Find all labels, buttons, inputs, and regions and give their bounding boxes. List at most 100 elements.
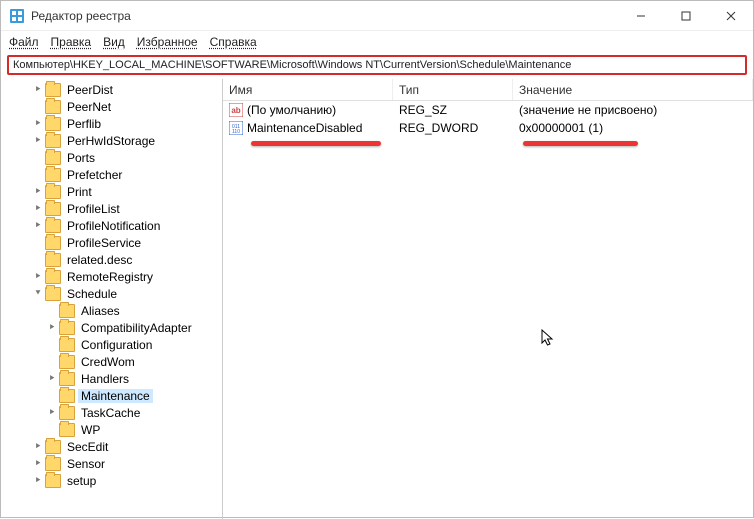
tree-item-peerdist[interactable]: ⯈ PeerDist xyxy=(1,81,222,98)
mouse-cursor-icon xyxy=(541,329,555,352)
chevron-right-icon[interactable]: ⯈ xyxy=(47,407,57,418)
window-buttons xyxy=(618,1,753,30)
close-button[interactable] xyxy=(708,1,753,30)
folder-icon xyxy=(59,355,75,369)
chevron-right-icon[interactable]: ⯈ xyxy=(33,220,43,231)
value-type: REG_DWORD xyxy=(399,121,478,135)
tree-item-schedule[interactable]: ⯆ Schedule xyxy=(1,285,222,302)
menu-file[interactable]: Файл xyxy=(9,35,39,49)
tree-item-label: TaskCache xyxy=(78,406,143,420)
addressbar[interactable]: Компьютер\HKEY_LOCAL_MACHINE\SOFTWARE\Mi… xyxy=(7,55,747,75)
column-value[interactable]: Значение xyxy=(513,79,753,100)
values-pane: Имя Тип Значение ab(По умолчанию)REG_SZ(… xyxy=(223,79,753,519)
close-icon xyxy=(726,11,736,21)
reg-sz-icon: ab xyxy=(229,103,243,117)
chevron-right-icon[interactable]: ⯈ xyxy=(33,441,43,452)
tree-item-label: PeerNet xyxy=(64,100,114,114)
value-name: (По умолчанию) xyxy=(247,103,336,117)
folder-icon xyxy=(45,270,61,284)
chevron-right-icon[interactable]: ⯈ xyxy=(47,373,57,384)
menu-help[interactable]: Справка xyxy=(210,35,257,49)
chevron-right-icon[interactable]: ⯈ xyxy=(33,203,43,214)
highlight-underline-value xyxy=(523,141,638,146)
chevron-right-icon[interactable]: ⯈ xyxy=(33,271,43,282)
folder-icon xyxy=(59,406,75,420)
titlebar: Редактор реестра xyxy=(1,1,753,31)
folder-icon xyxy=(45,253,61,267)
tree-item-profilenotification[interactable]: ⯈ ProfileNotification xyxy=(1,217,222,234)
tree-item-print[interactable]: ⯈Print xyxy=(1,183,222,200)
tree-item-prefetcher[interactable]: Prefetcher xyxy=(1,166,222,183)
folder-icon xyxy=(45,151,61,165)
chevron-right-icon[interactable]: ⯈ xyxy=(33,118,43,129)
tree-item-related-desc[interactable]: related.desc xyxy=(1,251,222,268)
tree-item-label: ProfileNotification xyxy=(64,219,163,233)
folder-icon xyxy=(59,372,75,386)
svg-text:ab: ab xyxy=(231,106,240,115)
menu-edit[interactable]: Правка xyxy=(51,35,92,49)
tree-item-sensor[interactable]: ⯈Sensor xyxy=(1,455,222,472)
tree-item-label: Prefetcher xyxy=(64,168,125,182)
folder-icon xyxy=(59,423,75,437)
column-type[interactable]: Тип xyxy=(393,79,513,100)
tree-item-secedit[interactable]: ⯈SecEdit xyxy=(1,438,222,455)
folder-icon xyxy=(59,389,75,403)
values-body: ab(По умолчанию)REG_SZ(значение не присв… xyxy=(223,101,753,137)
tree-item-taskcache[interactable]: ⯈ TaskCache xyxy=(1,404,222,421)
folder-icon xyxy=(59,321,75,335)
tree-item-label: Handlers xyxy=(78,372,132,386)
folder-icon xyxy=(45,202,61,216)
tree-item-profilelist[interactable]: ⯈ ProfileList xyxy=(1,200,222,217)
folder-icon xyxy=(45,287,61,301)
tree-item-maintenance[interactable]: Maintenance xyxy=(1,387,222,404)
tree-item-setup[interactable]: ⯈ setup xyxy=(1,472,222,489)
maximize-button[interactable] xyxy=(663,1,708,30)
folder-icon xyxy=(45,134,61,148)
reg-dword-icon: 011110 xyxy=(229,121,243,135)
tree-item-remoteregistry[interactable]: ⯈RemoteRegistry xyxy=(1,268,222,285)
folder-icon xyxy=(59,304,75,318)
chevron-right-icon[interactable]: ⯈ xyxy=(33,458,43,469)
menu-favorites[interactable]: Избранное xyxy=(137,35,198,49)
tree-item-configuration[interactable]: Configuration xyxy=(1,336,222,353)
tree-item-aliases[interactable]: Aliases xyxy=(1,302,222,319)
tree-item-label: PeerDist xyxy=(64,83,116,97)
tree-item-label: Schedule xyxy=(64,287,120,301)
tree-view[interactable]: ⯈ PeerDist PeerNet ⯈ Perflib⯈PerHwIdStorage P… xyxy=(1,79,223,519)
tree-item-wp[interactable]: WP xyxy=(1,421,222,438)
tree-item-credwom[interactable]: CredWom xyxy=(1,353,222,370)
column-name[interactable]: Имя xyxy=(223,79,393,100)
tree-item-ports[interactable]: Ports xyxy=(1,149,222,166)
chevron-right-icon[interactable]: ⯈ xyxy=(47,322,57,333)
tree-item-label: ProfileService xyxy=(64,236,144,250)
tree-item-perhwidstorage[interactable]: ⯈PerHwIdStorage xyxy=(1,132,222,149)
chevron-right-icon[interactable]: ⯈ xyxy=(33,135,43,146)
tree-item-label: CompatibilityAdapter xyxy=(78,321,195,335)
folder-icon xyxy=(45,457,61,471)
tree-item-label: related.desc xyxy=(64,253,135,267)
tree-item-label: Ports xyxy=(64,151,98,165)
tree-item-label: Maintenance xyxy=(78,389,153,403)
tree-item-peernet[interactable]: PeerNet xyxy=(1,98,222,115)
tree-item-perflib[interactable]: ⯈ Perflib xyxy=(1,115,222,132)
tree-item-label: ProfileList xyxy=(64,202,123,216)
value-row[interactable]: ab(По умолчанию)REG_SZ(значение не присв… xyxy=(223,101,753,119)
menu-view[interactable]: Вид xyxy=(103,35,125,49)
chevron-down-icon[interactable]: ⯆ xyxy=(33,288,43,299)
tree-item-profileservice[interactable]: ProfileService xyxy=(1,234,222,251)
value-row[interactable]: 011110MaintenanceDisabledREG_DWORD0x0000… xyxy=(223,119,753,137)
tree-item-handlers[interactable]: ⯈ Handlers xyxy=(1,370,222,387)
tree-item-label: Configuration xyxy=(78,338,155,352)
minimize-icon xyxy=(636,11,646,21)
tree-item-label: setup xyxy=(64,474,99,488)
folder-icon xyxy=(45,440,61,454)
tree-item-label: Perflib xyxy=(64,117,104,131)
chevron-right-icon[interactable]: ⯈ xyxy=(33,186,43,197)
value-name: MaintenanceDisabled xyxy=(247,121,362,135)
addressbar-container: Компьютер\HKEY_LOCAL_MACHINE\SOFTWARE\Mi… xyxy=(1,53,753,79)
minimize-button[interactable] xyxy=(618,1,663,30)
menubar: Файл Правка Вид Избранное Справка xyxy=(1,31,753,53)
chevron-right-icon[interactable]: ⯈ xyxy=(33,84,43,95)
chevron-right-icon[interactable]: ⯈ xyxy=(33,475,43,486)
tree-item-compatibilityadapter[interactable]: ⯈ CompatibilityAdapter xyxy=(1,319,222,336)
